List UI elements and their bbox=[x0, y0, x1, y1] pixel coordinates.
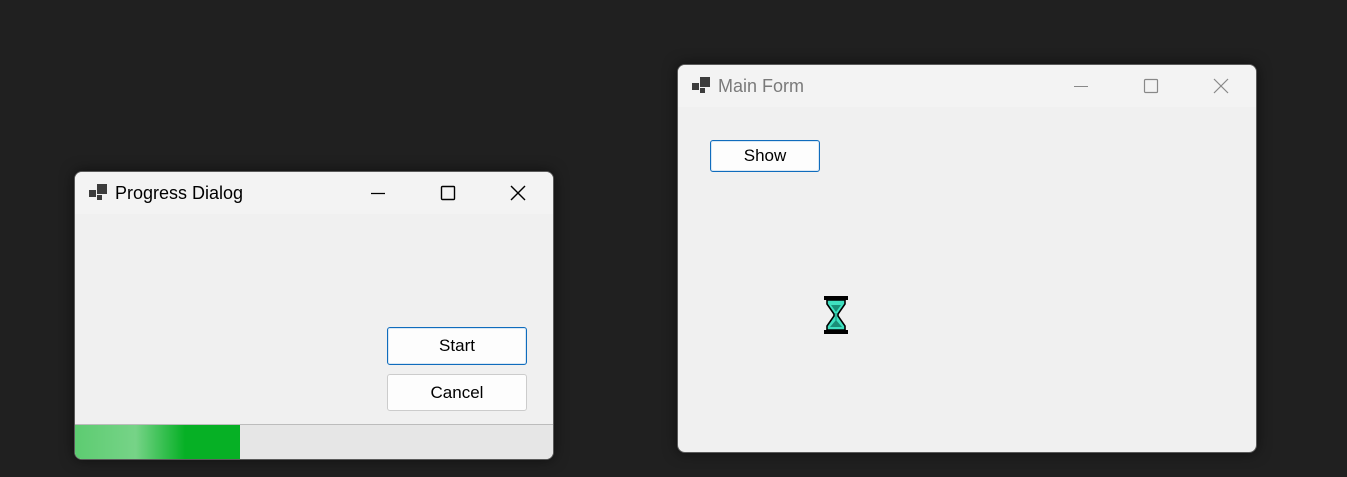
progress-bar bbox=[75, 424, 553, 459]
progress-dialog-window: Progress Dialog Start Cancel bbox=[74, 171, 554, 460]
progress-bar-fill bbox=[75, 425, 240, 459]
progress-bar-glow bbox=[75, 425, 185, 459]
title-bar[interactable]: Main Form bbox=[678, 65, 1256, 107]
cancel-button[interactable]: Cancel bbox=[387, 374, 527, 411]
window-title: Progress Dialog bbox=[115, 183, 244, 203]
close-icon bbox=[1213, 78, 1229, 94]
minimize-icon bbox=[1074, 85, 1088, 88]
maximize-button[interactable] bbox=[425, 172, 471, 214]
maximize-button[interactable] bbox=[1128, 65, 1174, 107]
minimize-button[interactable] bbox=[1058, 65, 1104, 107]
close-button[interactable] bbox=[1198, 65, 1244, 107]
maximize-icon bbox=[440, 185, 456, 201]
main-form-window: Main Form Show bbox=[677, 64, 1257, 453]
hourglass-icon bbox=[824, 296, 848, 334]
minimize-button[interactable] bbox=[355, 172, 401, 214]
show-button[interactable]: Show bbox=[710, 140, 820, 172]
app-icon bbox=[692, 77, 710, 93]
close-icon bbox=[510, 185, 526, 201]
start-button[interactable]: Start bbox=[387, 327, 527, 365]
minimize-icon bbox=[371, 192, 385, 195]
title-bar[interactable]: Progress Dialog bbox=[75, 172, 553, 214]
maximize-icon bbox=[1143, 78, 1159, 94]
close-button[interactable] bbox=[495, 172, 541, 214]
app-icon bbox=[89, 184, 107, 200]
window-title: Main Form bbox=[718, 76, 805, 96]
